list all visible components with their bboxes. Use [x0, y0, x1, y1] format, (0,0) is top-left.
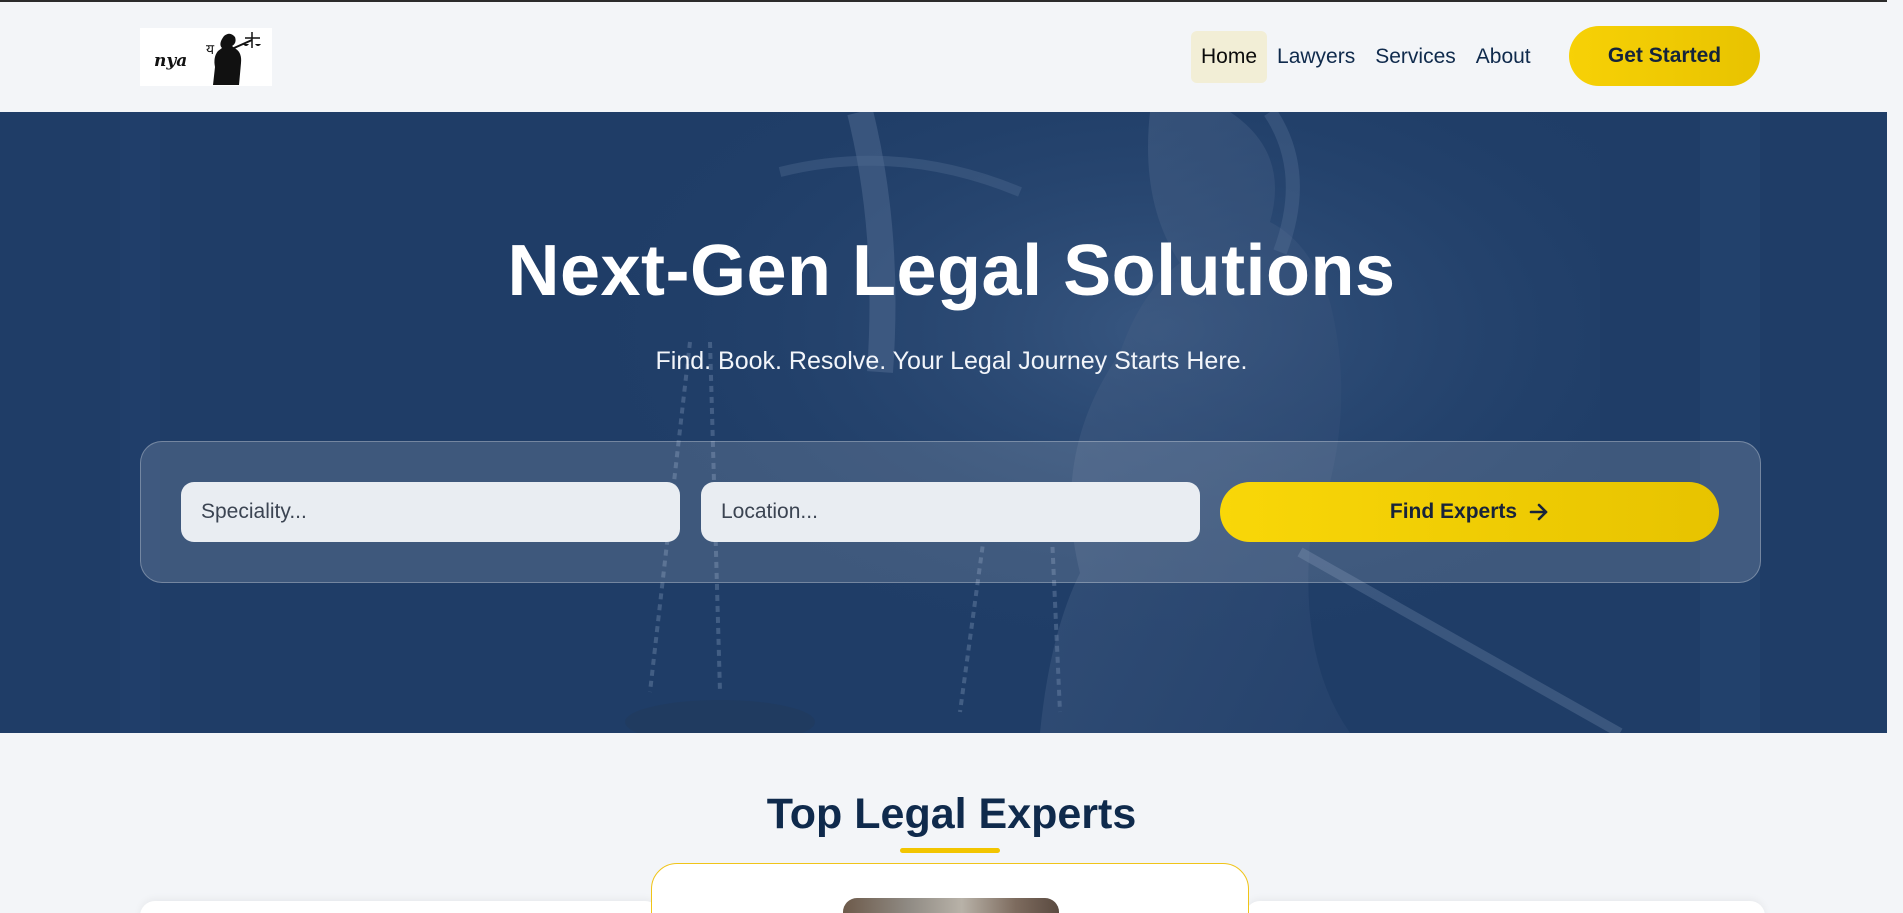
navbar: nya य Home Lawyers Services About Get St… [0, 2, 1903, 112]
lady-justice-logo-icon: य [206, 32, 261, 85]
section-title-underline [900, 848, 1000, 853]
scrollbar[interactable] [1887, 0, 1903, 913]
main-nav: Home Lawyers Services About [1191, 30, 1541, 84]
section-title: Top Legal Experts [766, 790, 1137, 838]
lady-justice-background-image [0, 112, 1903, 733]
expert-card-left[interactable] [140, 901, 660, 913]
find-experts-button[interactable]: Find Experts [1220, 482, 1719, 542]
search-panel: Find Experts [140, 441, 1761, 583]
nav-home[interactable]: Home [1191, 31, 1268, 83]
nav-about[interactable]: About [1466, 31, 1541, 83]
nav-lawyers[interactable]: Lawyers [1267, 31, 1365, 83]
logo-text: nya [154, 51, 188, 71]
nav-services[interactable]: Services [1365, 31, 1466, 83]
logo[interactable]: nya य [140, 28, 272, 86]
location-input[interactable] [701, 482, 1200, 542]
hero-title: Next-Gen Legal Solutions [507, 231, 1396, 311]
find-experts-label: Find Experts [1389, 500, 1518, 523]
svg-text:य: य [206, 42, 215, 58]
expert-card-right[interactable] [1245, 901, 1765, 913]
arrow-right-icon [1529, 503, 1549, 521]
get-started-button[interactable]: Get Started [1569, 26, 1760, 86]
speciality-input[interactable] [181, 482, 680, 542]
expert-photo [843, 898, 1059, 913]
hero-subtitle: Find. Book. Resolve. Your Legal Journey … [655, 347, 1248, 375]
hero-section: Next-Gen Legal Solutions Find. Book. Res… [0, 112, 1903, 733]
expert-card-featured[interactable] [651, 863, 1249, 913]
